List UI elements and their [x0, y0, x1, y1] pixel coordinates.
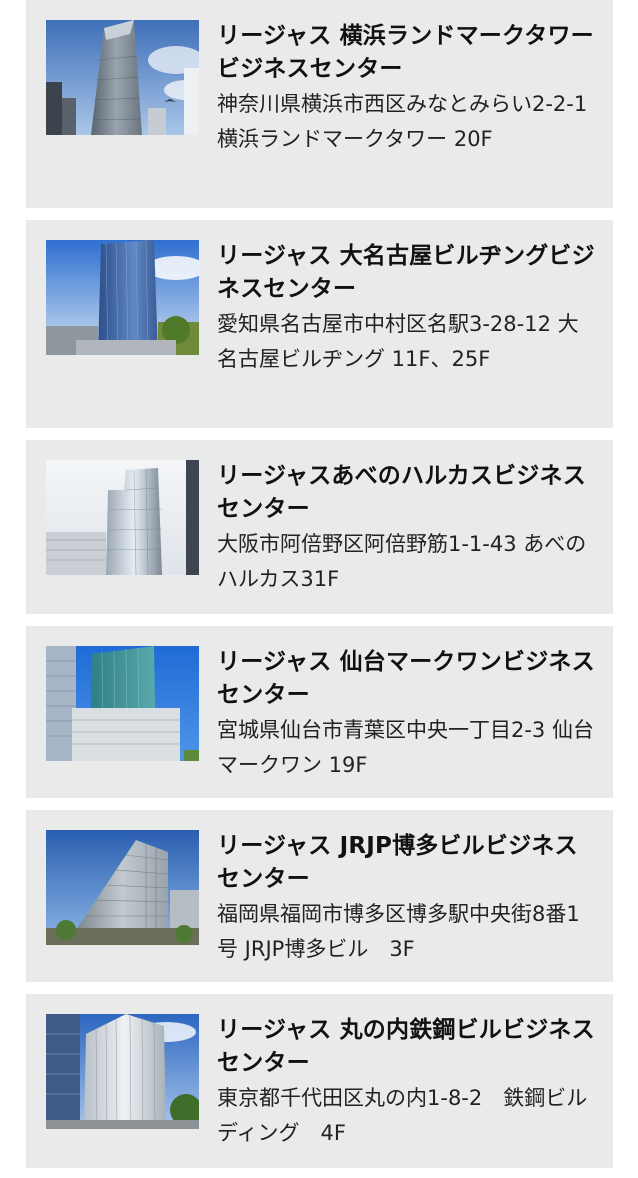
center-name[interactable]: リージャス 大名古屋ビルヂングビジネスセンター: [217, 240, 597, 306]
center-name[interactable]: リージャス JRJP博多ビルビジネスセンター: [217, 830, 597, 896]
center-address: 福岡県福岡市博多区博多駅中央街8番1号 JRJP博多ビル 3F: [217, 902, 580, 961]
center-name[interactable]: リージャス 横浜ランドマークタワービジネスセンター: [217, 20, 597, 86]
building-photo[interactable]: [46, 20, 199, 135]
building-photo[interactable]: [46, 460, 199, 575]
center-name[interactable]: リージャスあべのハルカスビジネスセンター: [217, 460, 597, 526]
building-photo[interactable]: [46, 1014, 199, 1129]
center-address: 宮城県仙台市青葉区中央一丁目2-3 仙台マークワン 19F: [217, 718, 594, 777]
center-name[interactable]: リージャス 丸の内鉄鋼ビルビジネスセンター: [217, 1014, 597, 1080]
center-address: 愛知県名古屋市中村区名駅3-28-12 大名古屋ビルヂング 11F、25F: [217, 312, 579, 371]
business-center-card[interactable]: リージャス JRJP博多ビルビジネスセンター 福岡県福岡市博多区博多駅中央街8番…: [26, 810, 613, 982]
center-address: 東京都千代田区丸の内1-8-2 鉄鋼ビルディング 4F: [217, 1086, 588, 1145]
building-photo[interactable]: [46, 240, 199, 355]
center-address: 大阪市阿倍野区阿倍野筋1-1-43 あべのハルカス31F: [217, 532, 587, 591]
center-address: 神奈川県横浜市西区みなとみらい2-2-1 横浜ランドマークタワー 20F: [217, 92, 588, 151]
business-center-card[interactable]: リージャスあべのハルカスビジネスセンター 大阪市阿倍野区阿倍野筋1-1-43 あ…: [26, 440, 613, 614]
business-center-card[interactable]: リージャス 仙台マークワンビジネスセンター 宮城県仙台市青葉区中央一丁目2-3 …: [26, 626, 613, 798]
business-center-card[interactable]: リージャス 大名古屋ビルヂングビジネスセンター 愛知県名古屋市中村区名駅3-28…: [26, 220, 613, 428]
business-center-card[interactable]: リージャス 横浜ランドマークタワービジネスセンター 神奈川県横浜市西区みなとみら…: [26, 0, 613, 208]
building-photo[interactable]: [46, 830, 199, 945]
building-photo[interactable]: [46, 646, 199, 761]
business-center-card[interactable]: リージャス 丸の内鉄鋼ビルビジネスセンター 東京都千代田区丸の内1-8-2 鉄鋼…: [26, 994, 613, 1168]
center-name[interactable]: リージャス 仙台マークワンビジネスセンター: [217, 646, 597, 712]
